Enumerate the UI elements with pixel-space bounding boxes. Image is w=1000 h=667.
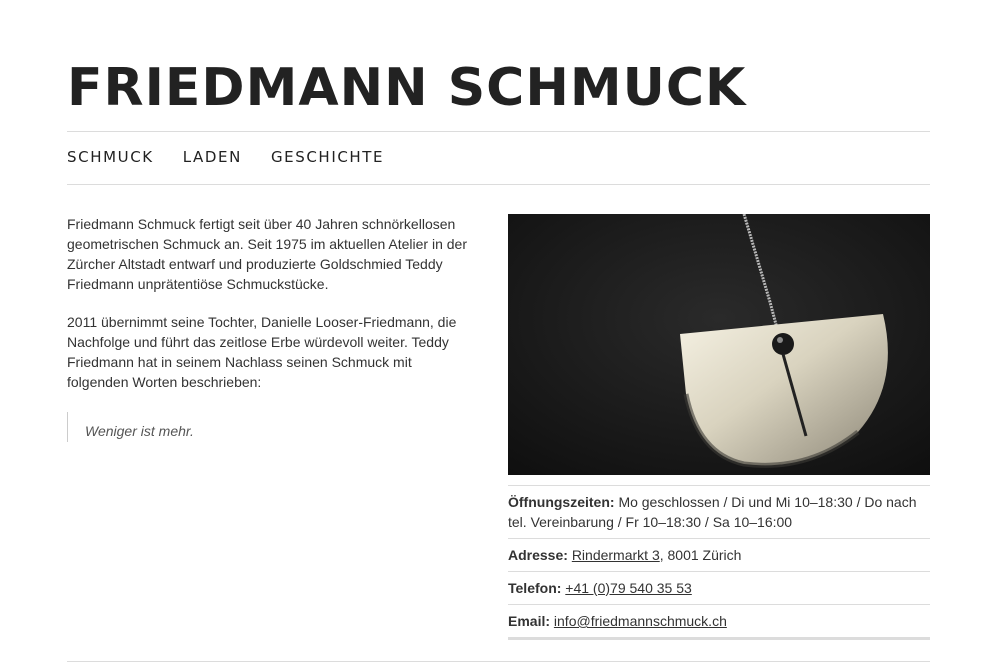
nav-item-laden[interactable]: LADEN (183, 148, 242, 166)
intro-paragraph-1: Friedmann Schmuck fertigt seit über 40 J… (67, 216, 467, 292)
email: Email: info@friedmannschmuck.ch (508, 604, 930, 640)
email-label: Email: (508, 613, 551, 629)
header-divider (67, 131, 930, 132)
pendant-image (508, 214, 930, 475)
intro-text: Friedmann Schmuck fertigt seit über 40 J… (67, 214, 477, 410)
phone-link[interactable]: +41 (0)79 540 35 53 (565, 580, 692, 596)
quote: Weniger ist mehr. (67, 412, 480, 442)
phone-label: Telefon: (508, 580, 562, 596)
opening-hours-label: Öffnungszeiten: (508, 494, 615, 510)
nav-item-schmuck[interactable]: SCHMUCK (67, 148, 154, 166)
address-city: , 8001 Zürich (659, 547, 742, 563)
footer-divider (67, 661, 930, 662)
address-link[interactable]: Rindermarkt 3 (572, 547, 660, 563)
contact-info: Öffnungszeiten: Mo geschlossen / Di und … (508, 485, 930, 640)
address-label: Adresse: (508, 547, 568, 563)
email-link[interactable]: info@friedmannschmuck.ch (554, 613, 727, 629)
site-title[interactable]: FRIEDMANN SCHMUCK (67, 62, 746, 114)
main-nav: SCHMUCK LADEN GESCHICHTE (67, 148, 384, 166)
nav-item-geschichte[interactable]: GESCHICHTE (271, 148, 384, 166)
address: Adresse: Rindermarkt 3, 8001 Zürich (508, 538, 930, 571)
pendant-photo (508, 214, 930, 475)
phone: Telefon: +41 (0)79 540 35 53 (508, 571, 930, 604)
nav-divider (67, 184, 930, 185)
intro-paragraph-2: 2011 übernimmt seine Tochter, Danielle L… (67, 314, 457, 390)
opening-hours: Öffnungszeiten: Mo geschlossen / Di und … (508, 485, 930, 538)
